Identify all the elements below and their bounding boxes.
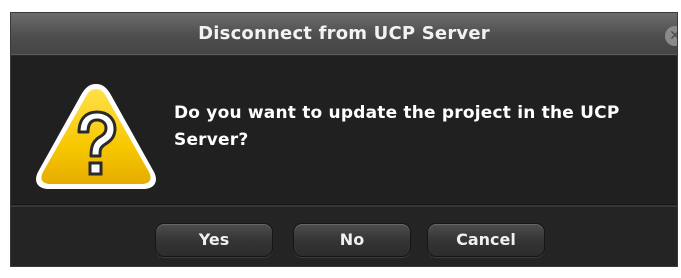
dialog-footer: Yes No Cancel [11,207,677,266]
yes-button[interactable]: Yes [155,223,273,257]
dialog-content: Do you want to update the project in the… [11,56,677,204]
disconnect-dialog: Disconnect from UCP Server ✕ Do you want… [10,12,678,267]
dialog-titlebar: Disconnect from UCP Server ✕ [11,13,677,56]
dialog-message: Do you want to update the project in the… [174,103,620,150]
no-button[interactable]: No [293,223,411,257]
close-icon[interactable]: ✕ [665,26,677,46]
warning-question-icon [36,84,156,189]
dialog-title: Disconnect from UCP Server [198,23,490,44]
cancel-button[interactable]: Cancel [427,223,545,257]
